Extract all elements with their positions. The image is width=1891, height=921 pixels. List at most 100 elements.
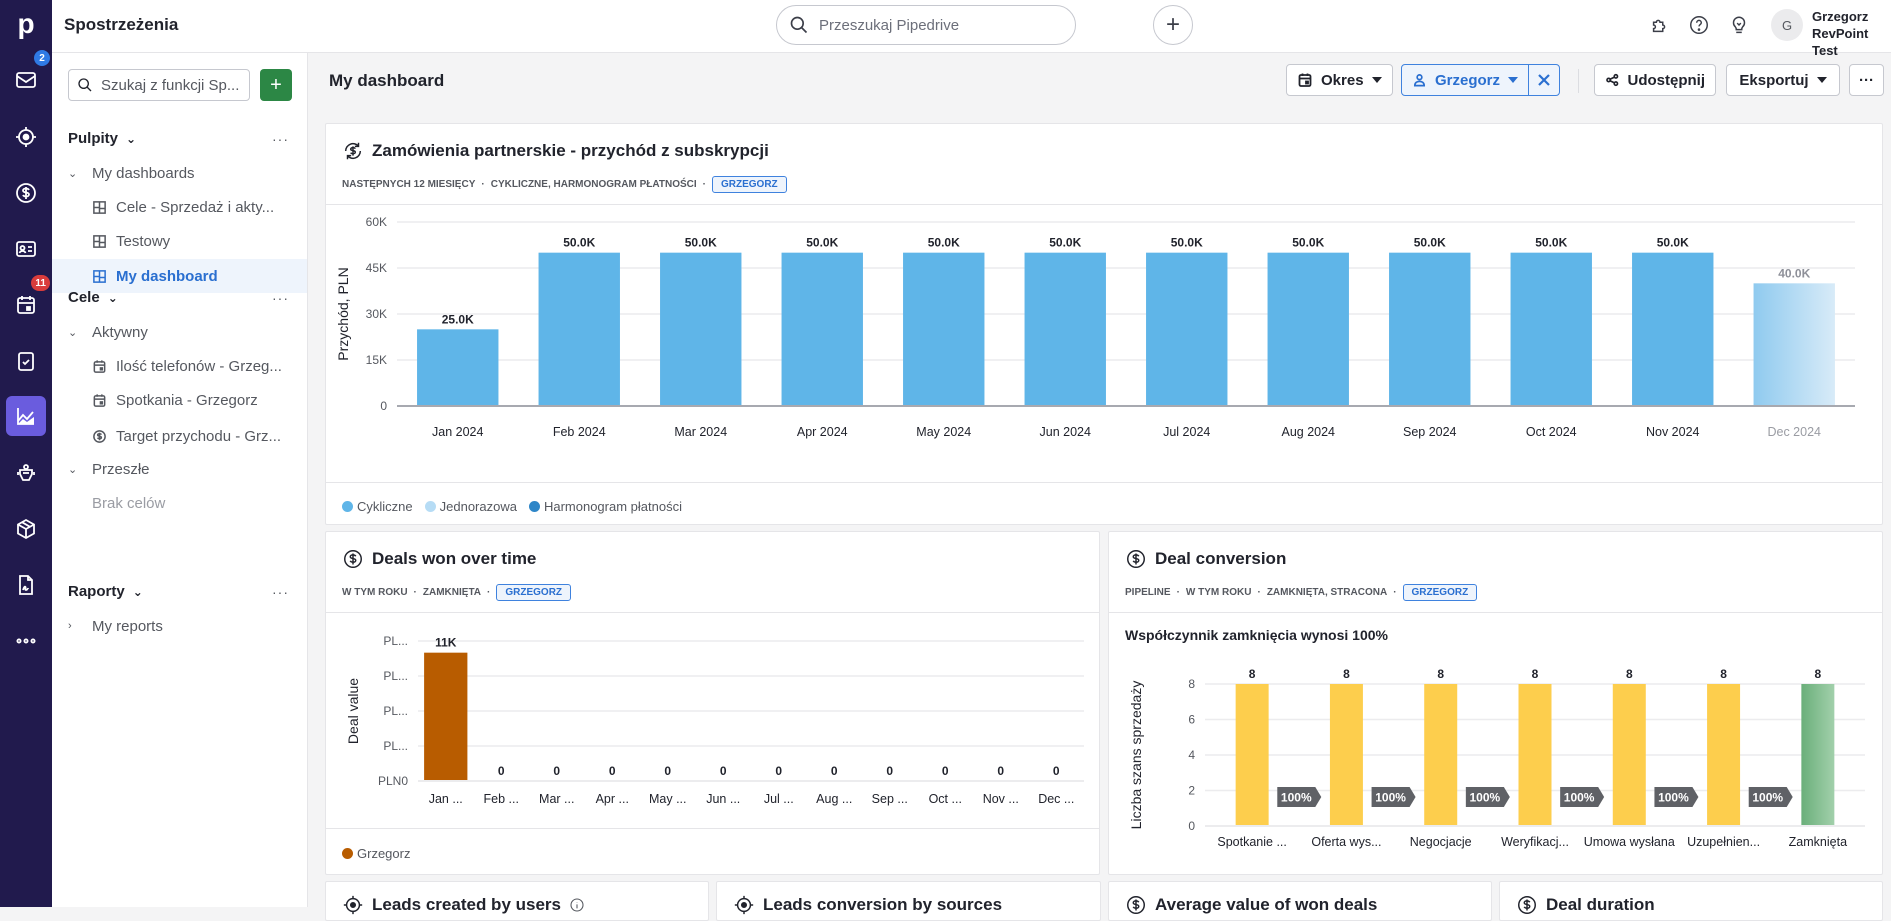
- tree-group-my-reports[interactable]: › My reports: [52, 609, 307, 643]
- y-axis-label: Przychód, PLN: [335, 267, 351, 360]
- x-tick-label: Spotkanie ...: [1217, 835, 1287, 849]
- divider: [326, 828, 1099, 829]
- legend-item[interactable]: Grzegorz: [342, 846, 410, 861]
- caret-down-icon: [1371, 77, 1382, 83]
- sidebar-item-label: My dashboard: [116, 267, 218, 285]
- card-title[interactable]: Zamówienia partnerskie - przychód z subs…: [342, 140, 769, 162]
- x-tick-label: Feb ...: [484, 792, 519, 806]
- sidebar-search-input[interactable]: Szukaj z funkcji Sp...: [68, 69, 250, 101]
- dashboard-more-button[interactable]: ···: [1849, 64, 1884, 96]
- nav-tasks[interactable]: [6, 341, 46, 381]
- nav-calendar[interactable]: 11: [6, 275, 50, 325]
- info-icon[interactable]: [569, 897, 585, 913]
- deals-dollar-icon: [344, 550, 362, 568]
- x-tick-label: Oferta wys...: [1311, 835, 1381, 849]
- export-label: Eksportuj: [1739, 71, 1809, 89]
- dashboard-main: My dashboard Okres Grzegorz Udostępnij E…: [309, 53, 1891, 921]
- sidebar-item-label: Cele - Sprzedaż i akty...: [116, 198, 275, 216]
- y-tick-label: PL...: [383, 669, 408, 683]
- sidebar-item-dashboard-my-dashboard[interactable]: My dashboard: [52, 259, 307, 293]
- card-title[interactable]: Leads conversion by sources: [733, 894, 1002, 916]
- card-title[interactable]: Leads created by users: [342, 894, 585, 916]
- tree-group-active-goals[interactable]: ⌄ Aktywny: [52, 315, 307, 349]
- caret-down-icon: [1816, 77, 1827, 83]
- period-filter-button[interactable]: Okres: [1286, 64, 1393, 96]
- deals-dollar-icon: [1127, 896, 1145, 914]
- recurring-dollar-icon: [344, 142, 362, 160]
- pipedrive-logo[interactable]: p: [0, 0, 52, 48]
- section-goals-label: Cele: [68, 289, 100, 306]
- chart-legend: Grzegorz: [342, 846, 410, 861]
- bar: [424, 652, 468, 781]
- help-button[interactable]: [1687, 13, 1711, 37]
- bar-value-label: 50.0K: [928, 236, 960, 250]
- card-title[interactable]: Deals won over time: [342, 548, 536, 570]
- legend-item[interactable]: Jednorazowa: [424, 499, 517, 514]
- sidebar-item-goal-revenue[interactable]: Target przychodu - Grz...: [52, 419, 307, 453]
- plus-icon: +: [270, 73, 282, 96]
- x-tick-label: Apr ...: [596, 792, 629, 806]
- tree-group-my-dashboards[interactable]: ⌄ My dashboards: [52, 156, 307, 190]
- filter-tag: PIPELINE: [1125, 587, 1171, 598]
- user-pill[interactable]: GRZEGORZ: [496, 584, 572, 601]
- export-button[interactable]: Eksportuj: [1726, 64, 1840, 96]
- nav-insights[interactable]: [6, 396, 46, 436]
- user-filter-button[interactable]: Grzegorz: [1401, 64, 1529, 96]
- bar-value-label: 0: [831, 764, 838, 778]
- global-search-placeholder: Przeszukaj Pipedrive: [819, 16, 960, 34]
- quick-add-button[interactable]: +: [1153, 5, 1193, 45]
- section-reports-toggle[interactable]: Raporty ⌄: [68, 583, 143, 600]
- global-search-input[interactable]: Przeszukaj Pipedrive: [776, 5, 1076, 45]
- card-title[interactable]: Deal duration: [1516, 894, 1655, 916]
- deals-dollar-icon: [93, 429, 106, 443]
- goals-more-button[interactable]: ···: [272, 290, 289, 306]
- nav-deals[interactable]: [6, 173, 46, 213]
- nav-mail[interactable]: 2: [6, 50, 50, 100]
- tree-group-past-goals[interactable]: ⌄ Przeszłe: [52, 452, 307, 486]
- dashboards-more-button[interactable]: ···: [272, 131, 289, 147]
- legend-item[interactable]: Harmonogram płatności: [528, 499, 682, 514]
- search-icon: [78, 78, 92, 92]
- sidebar-item-dashboard-cele[interactable]: Cele - Sprzedaż i akty...: [52, 190, 307, 224]
- section-goals-toggle[interactable]: Cele ⌄: [68, 289, 118, 306]
- sidebar-item-goal-meetings[interactable]: Spotkania - Grzegorz: [52, 383, 307, 417]
- nav-ai[interactable]: [6, 453, 46, 493]
- divider: [1109, 612, 1882, 613]
- sidebar-item-dashboard-testowy[interactable]: Testowy: [52, 224, 307, 258]
- reports-more-button[interactable]: ···: [272, 584, 289, 600]
- user-avatar[interactable]: G: [1771, 9, 1803, 41]
- card-title[interactable]: Deal conversion: [1125, 548, 1286, 570]
- nav-leads[interactable]: [6, 117, 46, 157]
- divider: [326, 612, 1099, 613]
- user-pill[interactable]: GRZEGORZ: [1402, 584, 1478, 601]
- calendar-icon: [17, 296, 35, 314]
- tips-button[interactable]: [1727, 13, 1751, 37]
- nav-documents[interactable]: [6, 565, 46, 605]
- chevron-down-icon: ⌄: [126, 131, 137, 146]
- bar-value-label: 50.0K: [685, 236, 717, 250]
- sidebar-item-goal-calls[interactable]: Ilość telefonów - Grzeg...: [52, 349, 307, 383]
- marketplace-button[interactable]: [1648, 13, 1672, 37]
- dashboard-grid-icon: [93, 269, 106, 283]
- user-pill[interactable]: GRZEGORZ: [711, 176, 787, 193]
- nav-contacts[interactable]: [6, 229, 46, 269]
- toolbar-divider: [1578, 69, 1579, 93]
- chevron-down-icon: ⌄: [107, 290, 118, 305]
- share-button[interactable]: Udostępnij: [1594, 64, 1716, 96]
- x-tick-label: Zamknięta: [1789, 835, 1847, 849]
- y-tick-label: 6: [1188, 713, 1195, 727]
- user-menu[interactable]: Grzegorz RevPoint Test: [1812, 8, 1891, 59]
- nav-more[interactable]: [6, 621, 46, 661]
- clear-user-filter-button[interactable]: [1528, 64, 1560, 96]
- share-icon: [1606, 73, 1619, 87]
- add-insight-button[interactable]: +: [260, 69, 292, 101]
- empty-state-label: Brak celów: [92, 494, 166, 512]
- nav-products[interactable]: [6, 509, 46, 549]
- card-title[interactable]: Average value of won deals: [1125, 894, 1377, 916]
- chart-legend: Cykliczne Jednorazowa Harmonogram płatno…: [342, 499, 682, 514]
- bar-value-label: 0: [942, 764, 949, 778]
- legend-item[interactable]: Cykliczne: [342, 499, 413, 514]
- bar: [1753, 283, 1835, 406]
- deals-dollar-icon: [16, 183, 36, 203]
- section-dashboards-toggle[interactable]: Pulpity ⌄: [68, 130, 136, 147]
